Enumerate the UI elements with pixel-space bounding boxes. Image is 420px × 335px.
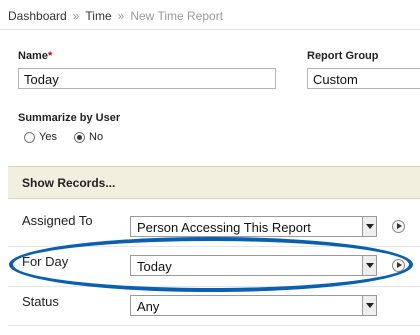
radio-no[interactable]: No [74,131,103,143]
radio-no-label: No [89,131,104,143]
row-divider [8,286,420,287]
chevron-down-icon[interactable] [362,217,376,236]
play-icon[interactable] [392,259,405,272]
radio-no-icon[interactable] [74,131,85,143]
breadcrumb: Dashboard » Time » New Time Report [8,9,223,23]
breadcrumb-dashboard-link[interactable]: Dashboard [8,9,67,23]
for-day-value: Today [137,259,172,274]
report-group-label: Report Group [307,50,379,62]
for-day-label: For Day [22,254,69,269]
chevron-down-icon[interactable] [362,296,376,315]
breadcrumb-separator: » [72,9,80,23]
breadcrumb-separator: » [117,9,125,23]
required-mark: * [47,50,53,62]
report-group-field[interactable]: Custom [307,68,420,89]
breadcrumb-time-link[interactable]: Time [85,9,111,23]
section-title: Show Records... [22,176,116,190]
status-label: Status [22,294,59,309]
chevron-down-icon[interactable] [362,256,376,275]
row-divider [8,246,420,247]
name-label: Name* [18,50,53,62]
show-records-section: Show Records... [8,166,420,199]
breadcrumb-current: New Time Report [130,9,224,23]
divider [0,29,420,30]
for-day-select[interactable]: Today [130,255,377,276]
radio-yes-icon[interactable] [24,131,35,143]
status-value: Any [137,299,160,314]
play-icon[interactable] [392,220,405,233]
status-select[interactable]: Any [130,295,377,316]
summarize-by-user-label: Summarize by User [18,112,121,124]
row-divider [8,325,420,326]
assigned-to-select[interactable]: Person Accessing This Report [130,216,377,237]
radio-yes[interactable]: Yes [24,131,57,143]
name-input[interactable]: Today [18,68,276,89]
assigned-to-value: Person Accessing This Report [137,220,311,235]
radio-yes-label: Yes [39,131,57,143]
assigned-to-label: Assigned To [22,213,93,228]
